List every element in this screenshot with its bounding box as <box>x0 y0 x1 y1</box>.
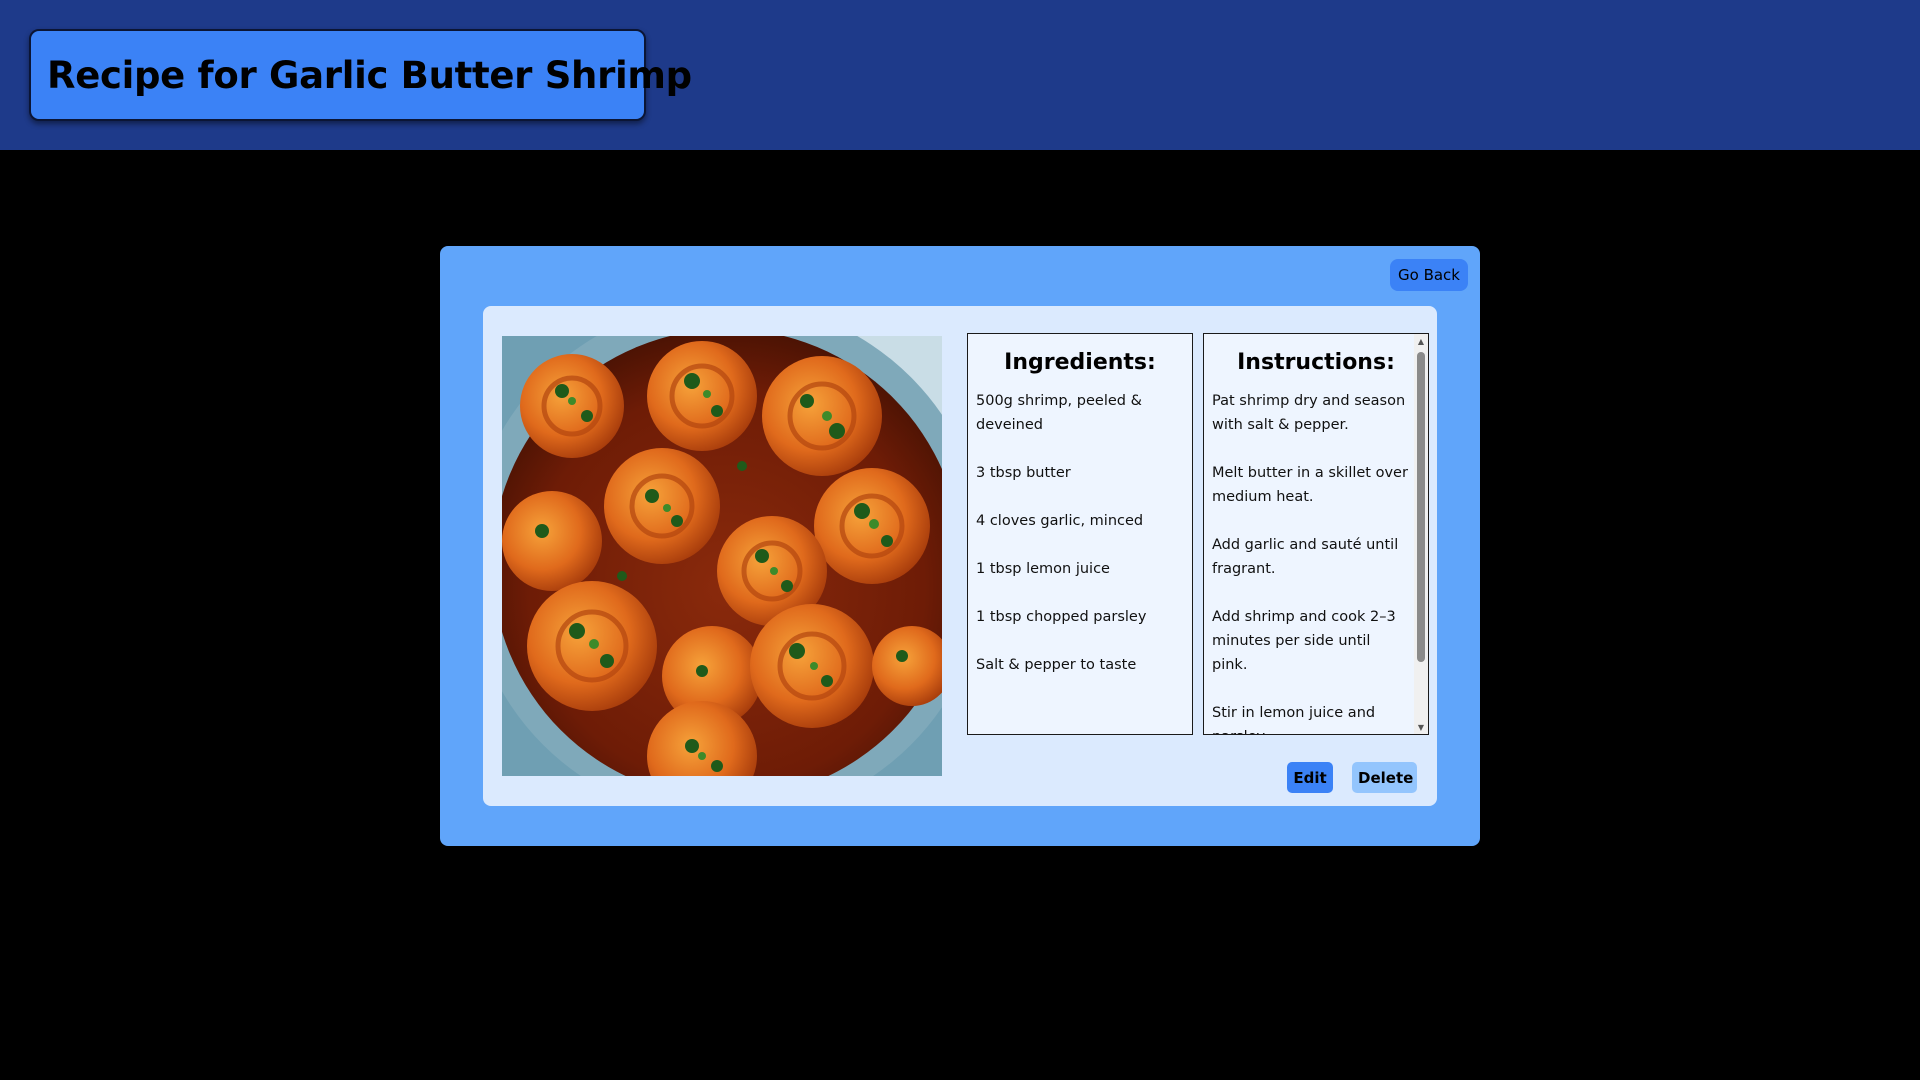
scroll-up-arrow-icon[interactable]: ▲ <box>1414 334 1428 348</box>
recipe-modal: Go Back Ingredients: 500g shrimp, peeled… <box>440 246 1480 846</box>
instruction-step: Pat shrimp dry and season with salt & pe… <box>1212 393 1406 433</box>
ingredient-item: 3 tbsp butter <box>976 465 1071 481</box>
instructions-list: Pat shrimp dry and season with salt & pe… <box>1204 389 1428 734</box>
instruction-step: Stir in lemon juice and parsley. <box>1212 705 1376 734</box>
ingredients-heading: Ingredients: <box>1004 350 1156 375</box>
ingredient-item: 4 cloves garlic, minced <box>976 513 1144 529</box>
instructions-scrollbar[interactable]: ▲ ▼ <box>1414 334 1428 734</box>
edit-button[interactable]: Edit <box>1287 762 1333 793</box>
go-back-button[interactable]: Go Back <box>1390 259 1468 291</box>
instructions-heading: Instructions: <box>1237 350 1395 375</box>
instruction-step: Add garlic and sauté until fragrant. <box>1212 537 1399 577</box>
scroll-thumb[interactable] <box>1417 352 1425 662</box>
ingredient-item: 1 tbsp chopped parsley <box>976 609 1147 625</box>
scroll-down-arrow-icon[interactable]: ▼ <box>1414 720 1428 734</box>
instructions-panel[interactable]: Instructions: Pat shrimp dry and season … <box>1203 333 1429 735</box>
shrimp-dish-image <box>502 336 942 776</box>
recipe-card: Ingredients: 500g shrimp, peeled & devei… <box>483 306 1437 806</box>
ingredients-list: 500g shrimp, peeled & deveined 3 tbsp bu… <box>968 389 1192 677</box>
recipe-photo <box>502 336 942 776</box>
ingredients-panel: Ingredients: 500g shrimp, peeled & devei… <box>967 333 1193 735</box>
ingredient-item: 1 tbsp lemon juice <box>976 561 1110 577</box>
top-header-bar: Recipe for Garlic Butter Shrimp <box>0 0 1920 150</box>
page-title: Recipe for Garlic Butter Shrimp <box>47 53 692 97</box>
ingredient-item: Salt & pepper to taste <box>976 657 1137 673</box>
instruction-step: Melt butter in a skillet over medium hea… <box>1212 465 1408 505</box>
page-title-box: Recipe for Garlic Butter Shrimp <box>29 29 692 121</box>
instruction-step: Add shrimp and cook 2–3 minutes per side… <box>1212 609 1396 673</box>
ingredient-item: 500g shrimp, peeled & deveined <box>976 393 1142 433</box>
delete-button[interactable]: Delete <box>1352 762 1417 793</box>
